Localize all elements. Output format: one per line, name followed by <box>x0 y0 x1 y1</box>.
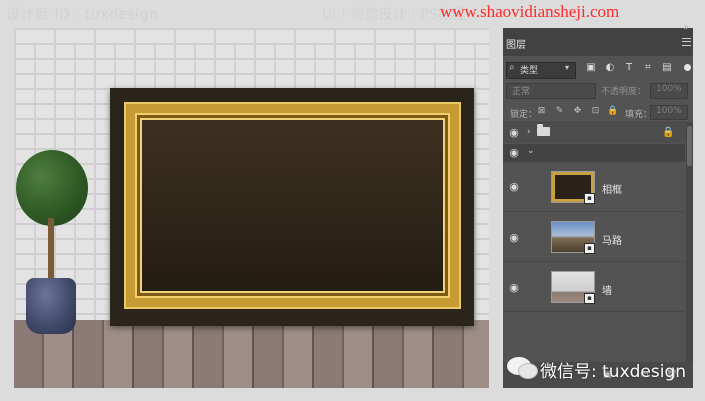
opacity-label: 不透明度： <box>601 87 647 97</box>
search-icon: ⌕ <box>509 62 515 73</box>
opacity-value: 100% <box>656 84 682 94</box>
lock-position-icon[interactable]: ✥ <box>572 106 583 117</box>
wooden-floor <box>14 320 489 388</box>
layer-name[interactable]: 相框 <box>602 181 622 196</box>
type-filter-icon[interactable]: T <box>623 62 635 74</box>
eye-icon[interactable]: ◉ <box>508 232 520 244</box>
chevron-down-icon[interactable]: ⌄ <box>527 146 535 156</box>
watermark-bottom: 微信号: tuxdesign <box>540 362 687 382</box>
tab-layers[interactable]: 图层 <box>506 36 526 51</box>
layers-panel-header <box>503 28 693 56</box>
layer-filter-kind: 类型 <box>520 66 539 76</box>
layer-name[interactable]: 墙 <box>602 282 612 297</box>
eye-icon[interactable]: ◉ <box>508 282 520 294</box>
fill-label: 填充： <box>625 110 653 120</box>
folder-icon <box>537 124 550 136</box>
eye-icon[interactable]: ◉ <box>508 181 520 193</box>
scrollbar-thumb[interactable] <box>687 126 692 166</box>
smart-object-icon: ▪ <box>584 193 595 204</box>
wechat-logo-icon-small <box>518 363 538 379</box>
frame-picture-area <box>140 118 445 293</box>
lock-pixels-icon[interactable]: ✎ <box>554 106 565 117</box>
shape-filter-icon[interactable]: ⌗ <box>642 62 654 74</box>
lock-artboard-icon[interactable]: ⊡ <box>590 106 601 117</box>
eye-icon[interactable]: ◉ <box>508 147 520 159</box>
layer-name[interactable]: 马路 <box>602 232 622 247</box>
chevron-down-icon: ▾ <box>565 63 570 72</box>
filter-toggle[interactable] <box>684 64 691 71</box>
document-canvas[interactable] <box>14 28 489 388</box>
watermark-top-right: www.shaovidiansheji.com <box>440 2 620 21</box>
chevron-right-icon[interactable]: › <box>527 127 531 137</box>
lock-transparency-icon[interactable]: ⊠ <box>536 106 547 117</box>
image-filter-icon[interactable]: ▣ <box>585 62 597 74</box>
lock-label: 锁定： <box>510 110 538 120</box>
lock-icon: 🔒 <box>662 127 675 138</box>
fill-value: 100% <box>656 106 682 116</box>
panel-menu-icon[interactable] <box>682 38 691 46</box>
smart-object-filter-icon[interactable]: ▤ <box>661 62 673 74</box>
smart-object-icon: ▪ <box>584 243 595 254</box>
adjustment-filter-icon[interactable]: ◐ <box>604 62 616 74</box>
watermark-top-left: 设计庶 ID：tuxdesign <box>6 7 159 23</box>
plant-foliage <box>16 150 88 226</box>
plant-pot <box>26 278 76 334</box>
smart-object-icon: ▪ <box>584 293 595 304</box>
blend-mode-value: 正常 <box>512 87 531 97</box>
eye-icon[interactable]: ◉ <box>508 127 520 139</box>
close-panel-icon[interactable]: » <box>683 22 689 33</box>
lock-all-icon[interactable]: 🔒 <box>607 106 618 117</box>
